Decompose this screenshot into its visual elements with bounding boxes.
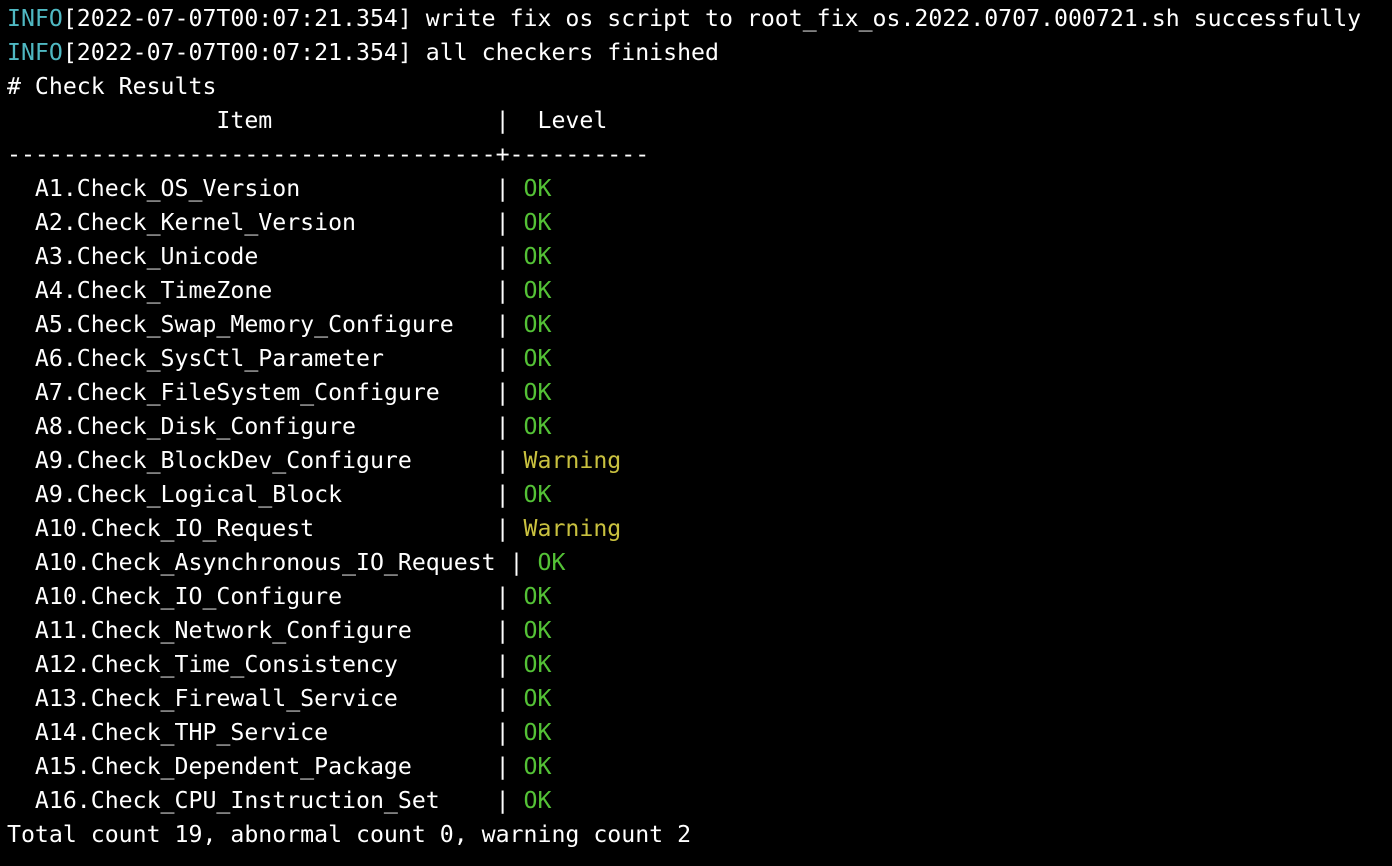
check-level: OK — [523, 413, 552, 440]
table-row: A3.Check_Unicode | OK — [7, 240, 1387, 274]
check-level: OK — [523, 481, 552, 508]
check-item: A16.Check_CPU_Instruction_Set | — [7, 787, 524, 814]
table-row: A13.Check_Firewall_Service | OK — [7, 682, 1387, 716]
check-level: OK — [523, 277, 552, 304]
check-level: OK — [523, 617, 552, 644]
log-message: [2022-07-07T00:07:21.354] write fix os s… — [62, 5, 1362, 32]
check-item: A2.Check_Kernel_Version | — [7, 209, 524, 236]
table-row: A10.Check_IO_Configure | OK — [7, 580, 1387, 614]
table-row: A15.Check_Dependent_Package | OK — [7, 750, 1387, 784]
table-row: A10.Check_Asynchronous_IO_Request | OK — [7, 546, 1387, 580]
table-row: A14.Check_THP_Service | OK — [7, 716, 1387, 750]
table-row: A6.Check_SysCtl_Parameter | OK — [7, 342, 1387, 376]
check-level: Warning — [523, 515, 622, 542]
check-level: OK — [523, 787, 552, 814]
check-item: A14.Check_THP_Service | — [7, 719, 524, 746]
check-level: OK — [523, 719, 552, 746]
check-item: A3.Check_Unicode | — [7, 243, 524, 270]
check-level: OK — [523, 685, 552, 712]
check-item: A5.Check_Swap_Memory_Configure | — [7, 311, 524, 338]
check-level: OK — [523, 311, 552, 338]
table-row: A7.Check_FileSystem_Configure | OK — [7, 376, 1387, 410]
log-message: [2022-07-07T00:07:21.354] all checkers f… — [62, 39, 719, 66]
results-table-body: A1.Check_OS_Version | OK A2.Check_Kernel… — [7, 172, 1387, 818]
log-level: INFO — [7, 39, 63, 66]
results-table-separator: -----------------------------------+----… — [7, 141, 650, 168]
table-row: A9.Check_Logical_Block | OK — [7, 478, 1387, 512]
table-row: A1.Check_OS_Version | OK — [7, 172, 1387, 206]
log-line: INFO[2022-07-07T00:07:21.354] write fix … — [7, 2, 1387, 36]
terminal-output[interactable]: INFO[2022-07-07T00:07:21.354] write fix … — [7, 2, 1387, 852]
check-item: A10.Check_IO_Configure | — [7, 583, 524, 610]
results-table-header: Item | Level — [7, 107, 608, 134]
results-summary: Total count 19, abnormal count 0, warnin… — [7, 821, 692, 848]
check-item: A9.Check_Logical_Block | — [7, 481, 524, 508]
check-level: OK — [523, 753, 552, 780]
table-row: A16.Check_CPU_Instruction_Set | OK — [7, 784, 1387, 818]
check-level: OK — [523, 651, 552, 678]
log-line: INFO[2022-07-07T00:07:21.354] all checke… — [7, 36, 1387, 70]
check-item: A8.Check_Disk_Configure | — [7, 413, 524, 440]
check-level: OK — [523, 243, 552, 270]
check-level: OK — [523, 583, 552, 610]
check-item: A4.Check_TimeZone | — [7, 277, 524, 304]
check-level: OK — [523, 379, 552, 406]
check-level: OK — [523, 175, 552, 202]
table-row: A2.Check_Kernel_Version | OK — [7, 206, 1387, 240]
check-item: A6.Check_SysCtl_Parameter | — [7, 345, 524, 372]
check-level: OK — [523, 345, 552, 372]
check-item: A15.Check_Dependent_Package | — [7, 753, 524, 780]
check-level: Warning — [523, 447, 622, 474]
table-row: A5.Check_Swap_Memory_Configure | OK — [7, 308, 1387, 342]
log-level: INFO — [7, 5, 63, 32]
check-item: A7.Check_FileSystem_Configure | — [7, 379, 524, 406]
check-item: A12.Check_Time_Consistency | — [7, 651, 524, 678]
table-row: A12.Check_Time_Consistency | OK — [7, 648, 1387, 682]
check-item: A11.Check_Network_Configure | — [7, 617, 524, 644]
results-heading: # Check Results — [7, 73, 217, 100]
table-row: A4.Check_TimeZone | OK — [7, 274, 1387, 308]
check-level: OK — [537, 549, 566, 576]
check-item: A9.Check_BlockDev_Configure | — [7, 447, 524, 474]
check-level: OK — [523, 209, 552, 236]
check-item: A10.Check_IO_Request | — [7, 515, 524, 542]
table-row: A11.Check_Network_Configure | OK — [7, 614, 1387, 648]
check-item: A10.Check_Asynchronous_IO_Request | — [7, 549, 538, 576]
table-row: A8.Check_Disk_Configure | OK — [7, 410, 1387, 444]
check-item: A13.Check_Firewall_Service | — [7, 685, 524, 712]
check-item: A1.Check_OS_Version | — [7, 175, 524, 202]
table-row: A9.Check_BlockDev_Configure | Warning — [7, 444, 1387, 478]
table-row: A10.Check_IO_Request | Warning — [7, 512, 1387, 546]
